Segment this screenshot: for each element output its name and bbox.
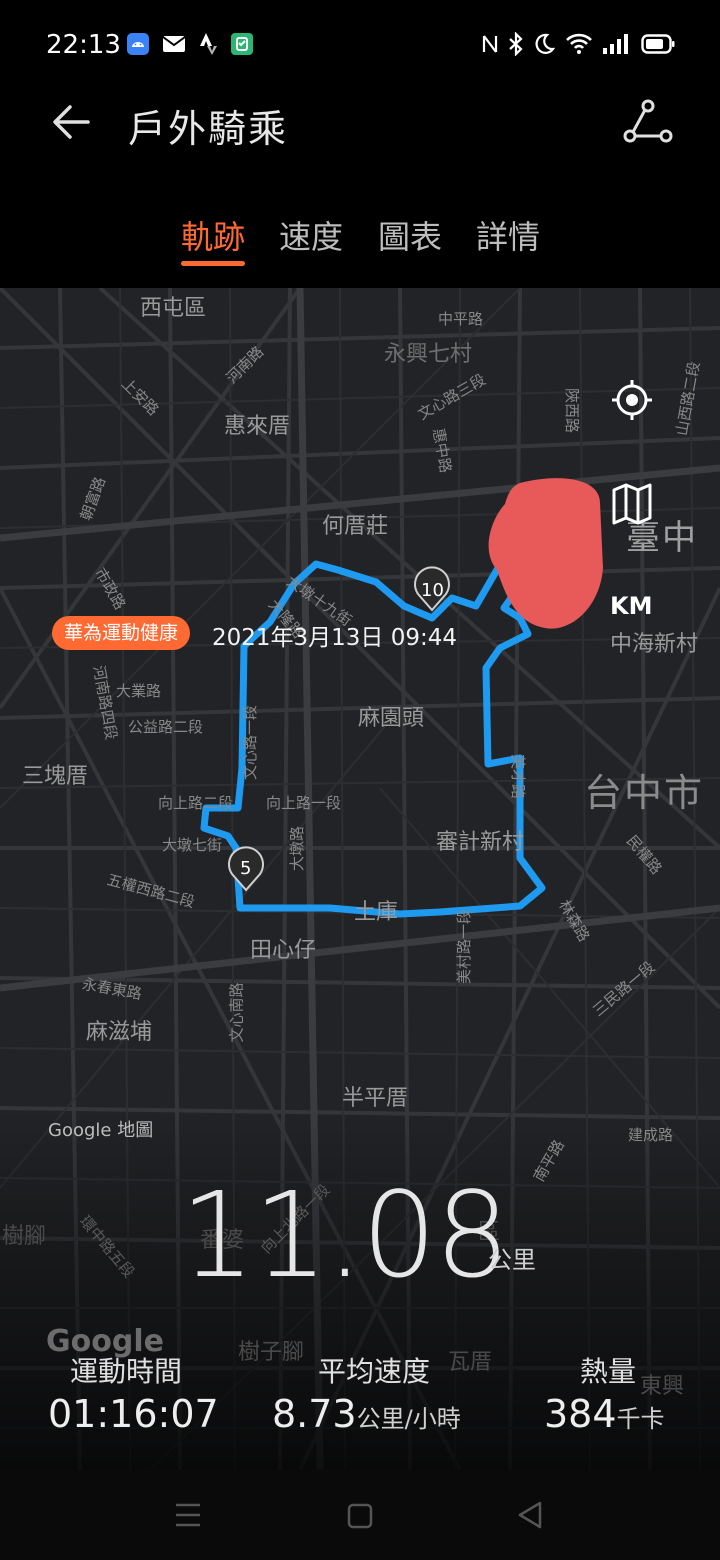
workout-date: 2021年3月13日 09:44 bbox=[212, 625, 458, 651]
do-not-disturb-icon bbox=[532, 32, 556, 56]
calories-label: 熱量 bbox=[580, 1355, 637, 1388]
tab-track[interactable]: 軌跡 bbox=[181, 212, 245, 258]
calories-number: 384 bbox=[544, 1392, 617, 1436]
signal-icon bbox=[600, 32, 630, 56]
map-label: 半平厝 bbox=[342, 1086, 409, 1111]
map-label: 何厝莊 bbox=[322, 514, 389, 539]
map-label: 台中市 bbox=[584, 771, 705, 815]
map-label: 瓦厝 bbox=[448, 1350, 493, 1375]
back-triangle-icon[interactable] bbox=[516, 1500, 544, 1534]
avg-speed-unit: 公里/小時 bbox=[356, 1405, 461, 1433]
map-label: 麻滋埔 bbox=[86, 1020, 153, 1045]
map-icon bbox=[612, 483, 652, 525]
route-path-icon bbox=[623, 99, 673, 143]
avg-speed-number: 8.73 bbox=[272, 1392, 357, 1436]
map-label: 向上路二段 bbox=[158, 794, 234, 812]
map-label: 審計新村 bbox=[436, 830, 525, 855]
avg-speed-label: 平均速度 bbox=[318, 1355, 431, 1388]
unit-toggle[interactable]: KM bbox=[610, 592, 652, 620]
total-distance: 11.08 bbox=[180, 1166, 510, 1304]
map-label: 美村路一段 bbox=[455, 908, 474, 985]
bluetooth-icon bbox=[504, 32, 528, 56]
status-bar: 22:13 bbox=[0, 0, 720, 88]
map-attribution: Google 地圖 bbox=[48, 1120, 154, 1141]
calories-unit: 千卡 bbox=[616, 1405, 665, 1433]
active-tab-indicator bbox=[181, 261, 245, 266]
battery-icon bbox=[640, 32, 676, 56]
duration-number: 01:16:07 bbox=[48, 1392, 219, 1436]
wifi-icon bbox=[564, 32, 594, 56]
home-square-icon[interactable] bbox=[346, 1502, 374, 1534]
source-badge: 華為運動健康 bbox=[52, 616, 191, 650]
status-time: 22:13 bbox=[46, 30, 121, 60]
map-label: 大業路 bbox=[116, 682, 162, 700]
map-label: 西屯區 bbox=[140, 296, 207, 321]
map-label: 三塊厝 bbox=[22, 764, 89, 789]
distance-unit: 公里 bbox=[488, 1246, 536, 1274]
calories-value: 384千卡 bbox=[544, 1392, 665, 1436]
marker-10-label: 10 bbox=[421, 580, 444, 601]
map-label: 向上路一段 bbox=[266, 794, 342, 812]
map-label: 樹子腳 bbox=[238, 1340, 305, 1365]
map-label: 建成路 bbox=[628, 1126, 674, 1144]
page-title: 戶外騎乘 bbox=[128, 107, 289, 151]
android-app-icon bbox=[126, 32, 150, 56]
map-label: 公益路二段 bbox=[128, 718, 204, 736]
map-label: 大墩七街 bbox=[162, 836, 223, 854]
route-share-button[interactable] bbox=[622, 98, 674, 146]
map-label: 大墩路 bbox=[288, 825, 307, 872]
map-label: 中平路 bbox=[438, 310, 484, 328]
strava-icon bbox=[196, 32, 220, 56]
back-arrow-icon bbox=[53, 105, 90, 139]
mi-fit-icon bbox=[230, 32, 254, 56]
map-label: 陝西路 bbox=[563, 387, 582, 434]
tab-speed[interactable]: 速度 bbox=[279, 212, 343, 258]
tab-chart[interactable]: 圖表 bbox=[378, 212, 442, 258]
menu-icon[interactable] bbox=[174, 1502, 202, 1532]
map-label: 文心南路 bbox=[227, 982, 246, 1043]
map-label: 惠來厝 bbox=[224, 414, 291, 439]
tab-details[interactable]: 詳情 bbox=[476, 212, 540, 258]
avg-speed-value: 8.73公里/小時 bbox=[272, 1392, 461, 1436]
system-nav-bar bbox=[0, 1470, 720, 1560]
mail-icon bbox=[162, 32, 186, 56]
nfc-icon bbox=[478, 32, 502, 56]
back-button[interactable] bbox=[48, 98, 96, 146]
map-label: 文心路一段 bbox=[241, 704, 260, 781]
marker-5-label: 5 bbox=[240, 858, 252, 879]
locate-button[interactable] bbox=[602, 370, 662, 430]
duration-value: 01:16:07 bbox=[48, 1392, 219, 1436]
map-type-button[interactable] bbox=[602, 474, 662, 534]
map-label: 中海新村 bbox=[610, 632, 699, 657]
map-label: 田心仔 bbox=[250, 938, 317, 963]
map-label: 土庫 bbox=[354, 900, 399, 925]
map-label: 英才路 bbox=[509, 753, 528, 800]
map-label: 樹腳 bbox=[2, 1224, 47, 1249]
duration-label: 運動時間 bbox=[70, 1355, 183, 1388]
map-label: 永興七村 bbox=[384, 342, 473, 367]
crosshair-icon bbox=[612, 380, 652, 420]
map-label: 麻園頭 bbox=[358, 706, 425, 731]
